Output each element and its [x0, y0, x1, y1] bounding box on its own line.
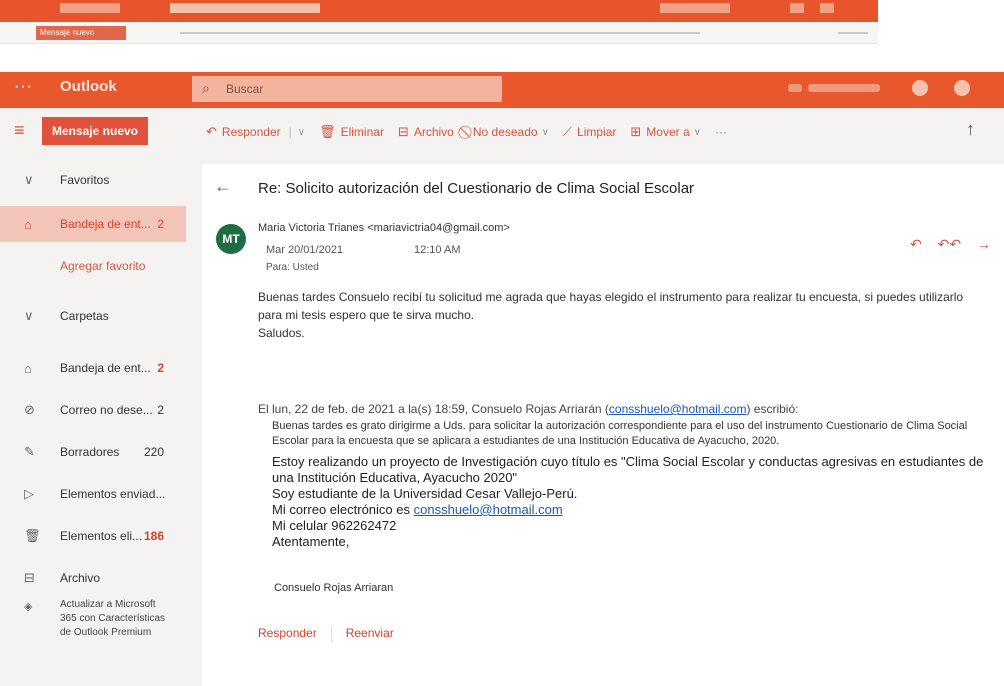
- chevron-down-icon: ∨: [541, 126, 549, 138]
- quoted-paragraph: Buenas tardes es grato dirigirme a Uds. …: [272, 420, 968, 447]
- quoted-line: Estoy realizando un proyecto de Investig…: [272, 454, 984, 485]
- chevron-down-icon: ∨: [297, 126, 306, 138]
- message-date: Mar 20/01/2021: [266, 244, 344, 256]
- subject-header: ← Re: Solicito autorización del Cuestion…: [202, 172, 1004, 202]
- reply-button[interactable]: ↶ Responder: [206, 124, 281, 140]
- folder-move-icon: ⊞: [630, 124, 642, 139]
- send-icon: ▷: [24, 486, 34, 501]
- chevron-down-icon: ∨: [693, 126, 701, 138]
- app-launcher-icon[interactable]: ···: [14, 78, 33, 96]
- search-placeholder: Buscar: [226, 82, 264, 96]
- sidebar-item-favorite-inbox[interactable]: ⌂ Bandeja de ent... 2: [0, 206, 186, 242]
- sidebar-item-junk[interactable]: ⊘ Correo no dese... 2: [0, 392, 186, 428]
- message-body: Buenas tardes Consuelo recibí tu solicit…: [258, 288, 988, 342]
- hamburger-menu-icon[interactable]: ≡: [14, 121, 25, 139]
- sidebar-item-drafts[interactable]: ✎ Borradores 220: [0, 434, 186, 470]
- broom-icon: ⟋: [562, 124, 573, 139]
- email-link[interactable]: consshuelo@hotmail.com: [609, 402, 747, 416]
- quoted-line: Atentamente,: [272, 534, 350, 549]
- archive-icon: ⊟: [24, 570, 35, 585]
- message-actions: ↶ ↶↶ →: [910, 236, 1003, 253]
- quoted-line: Mi correo electrónico es consshuelo@hotm…: [272, 502, 563, 517]
- archive-icon: ⊟: [397, 124, 409, 139]
- item-count: 220: [143, 445, 164, 459]
- body-paragraph: Buenas tardes Consuelo recibí tu solicit…: [258, 290, 964, 322]
- reply-all-icon[interactable]: ↶↶: [938, 236, 961, 252]
- unread-count: 186: [143, 529, 164, 543]
- diamond-icon: ◈: [24, 601, 33, 613]
- more-actions-button[interactable]: ···: [715, 125, 727, 139]
- pencil-icon: ✎: [24, 444, 35, 459]
- unread-count: 2: [157, 361, 164, 375]
- quoted-message: Estoy realizando un proyecto de Investig…: [272, 454, 1002, 550]
- archive-button[interactable]: ⊟ Archivo: [398, 124, 454, 140]
- quoted-header: El lun, 22 de feb. de 2021 a la(s) 18:59…: [258, 402, 799, 416]
- message-time: 12:10 AM: [414, 244, 461, 256]
- duplicate-top-bar: [0, 0, 878, 22]
- message-toolbar: ↶Responder | ∨ 🗑Eliminar ⊟Archivo ⃠No de…: [206, 124, 741, 140]
- quoted-line: Soy estudiante de la Universidad Cesar V…: [272, 486, 578, 501]
- trash-icon: 🗑: [319, 124, 336, 139]
- inbox-icon: ⌂: [24, 360, 32, 376]
- back-arrow-icon[interactable]: ←: [214, 176, 232, 197]
- sidebar-item-sent[interactable]: ▷ Elementos enviad...: [0, 476, 186, 512]
- avatar[interactable]: MT: [216, 224, 246, 254]
- signature: Consuelo Rojas Arriaran: [274, 582, 394, 594]
- folders-header[interactable]: ∨ Carpetas: [0, 298, 186, 334]
- new-message-button[interactable]: Mensaje nuevo: [42, 117, 148, 145]
- meet-icon[interactable]: [788, 84, 802, 92]
- unread-count: 2: [157, 217, 164, 231]
- chevron-down-icon: ∨: [24, 308, 34, 323]
- block-icon: ⊘: [24, 402, 35, 417]
- command-bar: ≡ Mensaje nuevo ↶ Responder | ∨ 🗑 Eliminar…: [0, 108, 1004, 154]
- junk-button[interactable]: ⃠No deseado∨: [468, 124, 549, 140]
- inbox-icon: ⌂: [24, 216, 32, 232]
- delete-button[interactable]: 🗑 Eliminar: [319, 124, 384, 140]
- brand-title: Outlook: [60, 78, 117, 95]
- toolbar-divider: |: [288, 125, 292, 139]
- message-subject: Re: Solicito autorización del Cuestionar…: [258, 180, 695, 197]
- duplicate-toolbar-strip: Mensaje nuevo: [0, 0, 878, 44]
- settings-icon[interactable]: [954, 80, 970, 96]
- duplicate-new-message: Mensaje nuevo: [36, 26, 126, 40]
- profile-icon[interactable]: [912, 80, 928, 96]
- search-input[interactable]: ⌕ Buscar: [192, 76, 502, 102]
- sidebar-item-archive[interactable]: ⊟ Archivo: [0, 560, 186, 596]
- move-to-button[interactable]: ⊞ Mover a ∨: [630, 124, 701, 140]
- sidebar-item-deleted[interactable]: 🗑 Elementos eli... 186: [0, 518, 186, 554]
- reply-link[interactable]: Responder: [258, 626, 317, 640]
- duplicate-command-bar: Mensaje nuevo: [0, 22, 878, 44]
- quoted-line: Mi celular 962262472: [272, 518, 397, 533]
- reply-dropdown[interactable]: ∨: [294, 127, 305, 138]
- favorites-header[interactable]: ∨ Favoritos: [0, 162, 186, 198]
- top-bar: ··· Outlook ⌕ Buscar: [0, 72, 1004, 108]
- upgrade-premium-link[interactable]: Actualizar a Microsoft 365 con Caracterí…: [60, 598, 170, 640]
- previous-message-arrow-icon[interactable]: ↑: [966, 119, 975, 140]
- sender[interactable]: Maria Victoria Trianes <mariavictria04@g…: [258, 222, 510, 234]
- reply-icon: ↶: [206, 124, 217, 139]
- message-card: MT Maria Victoria Trianes <mariavictria0…: [202, 210, 1004, 678]
- divider: [330, 626, 332, 642]
- chevron-down-icon: ∨: [24, 172, 34, 187]
- forward-icon[interactable]: →: [977, 236, 991, 252]
- account-name: [808, 84, 880, 92]
- recipient: Para: Usted: [266, 262, 319, 273]
- sweep-button[interactable]: ⟋ Limpiar: [563, 124, 616, 140]
- sidebar-item-inbox[interactable]: ⌂ Bandeja de ent... 2: [0, 350, 186, 386]
- add-favorite-link[interactable]: Agregar favorito: [0, 248, 186, 284]
- item-count: 2: [157, 403, 164, 417]
- quick-reply-row: Responder Reenviar: [258, 626, 394, 642]
- search-icon: ⌕: [202, 80, 210, 96]
- reply-icon[interactable]: ↶: [910, 236, 922, 252]
- forward-link[interactable]: Reenviar: [346, 626, 394, 640]
- body-greeting: Saludos.: [258, 326, 305, 340]
- trash-icon: 🗑: [24, 528, 41, 543]
- outlook-app: ··· Outlook ⌕ Buscar ≡ Mensaje nuevo ↶ Re…: [0, 72, 1004, 686]
- email-link[interactable]: consshuelo@hotmail.com: [414, 502, 563, 517]
